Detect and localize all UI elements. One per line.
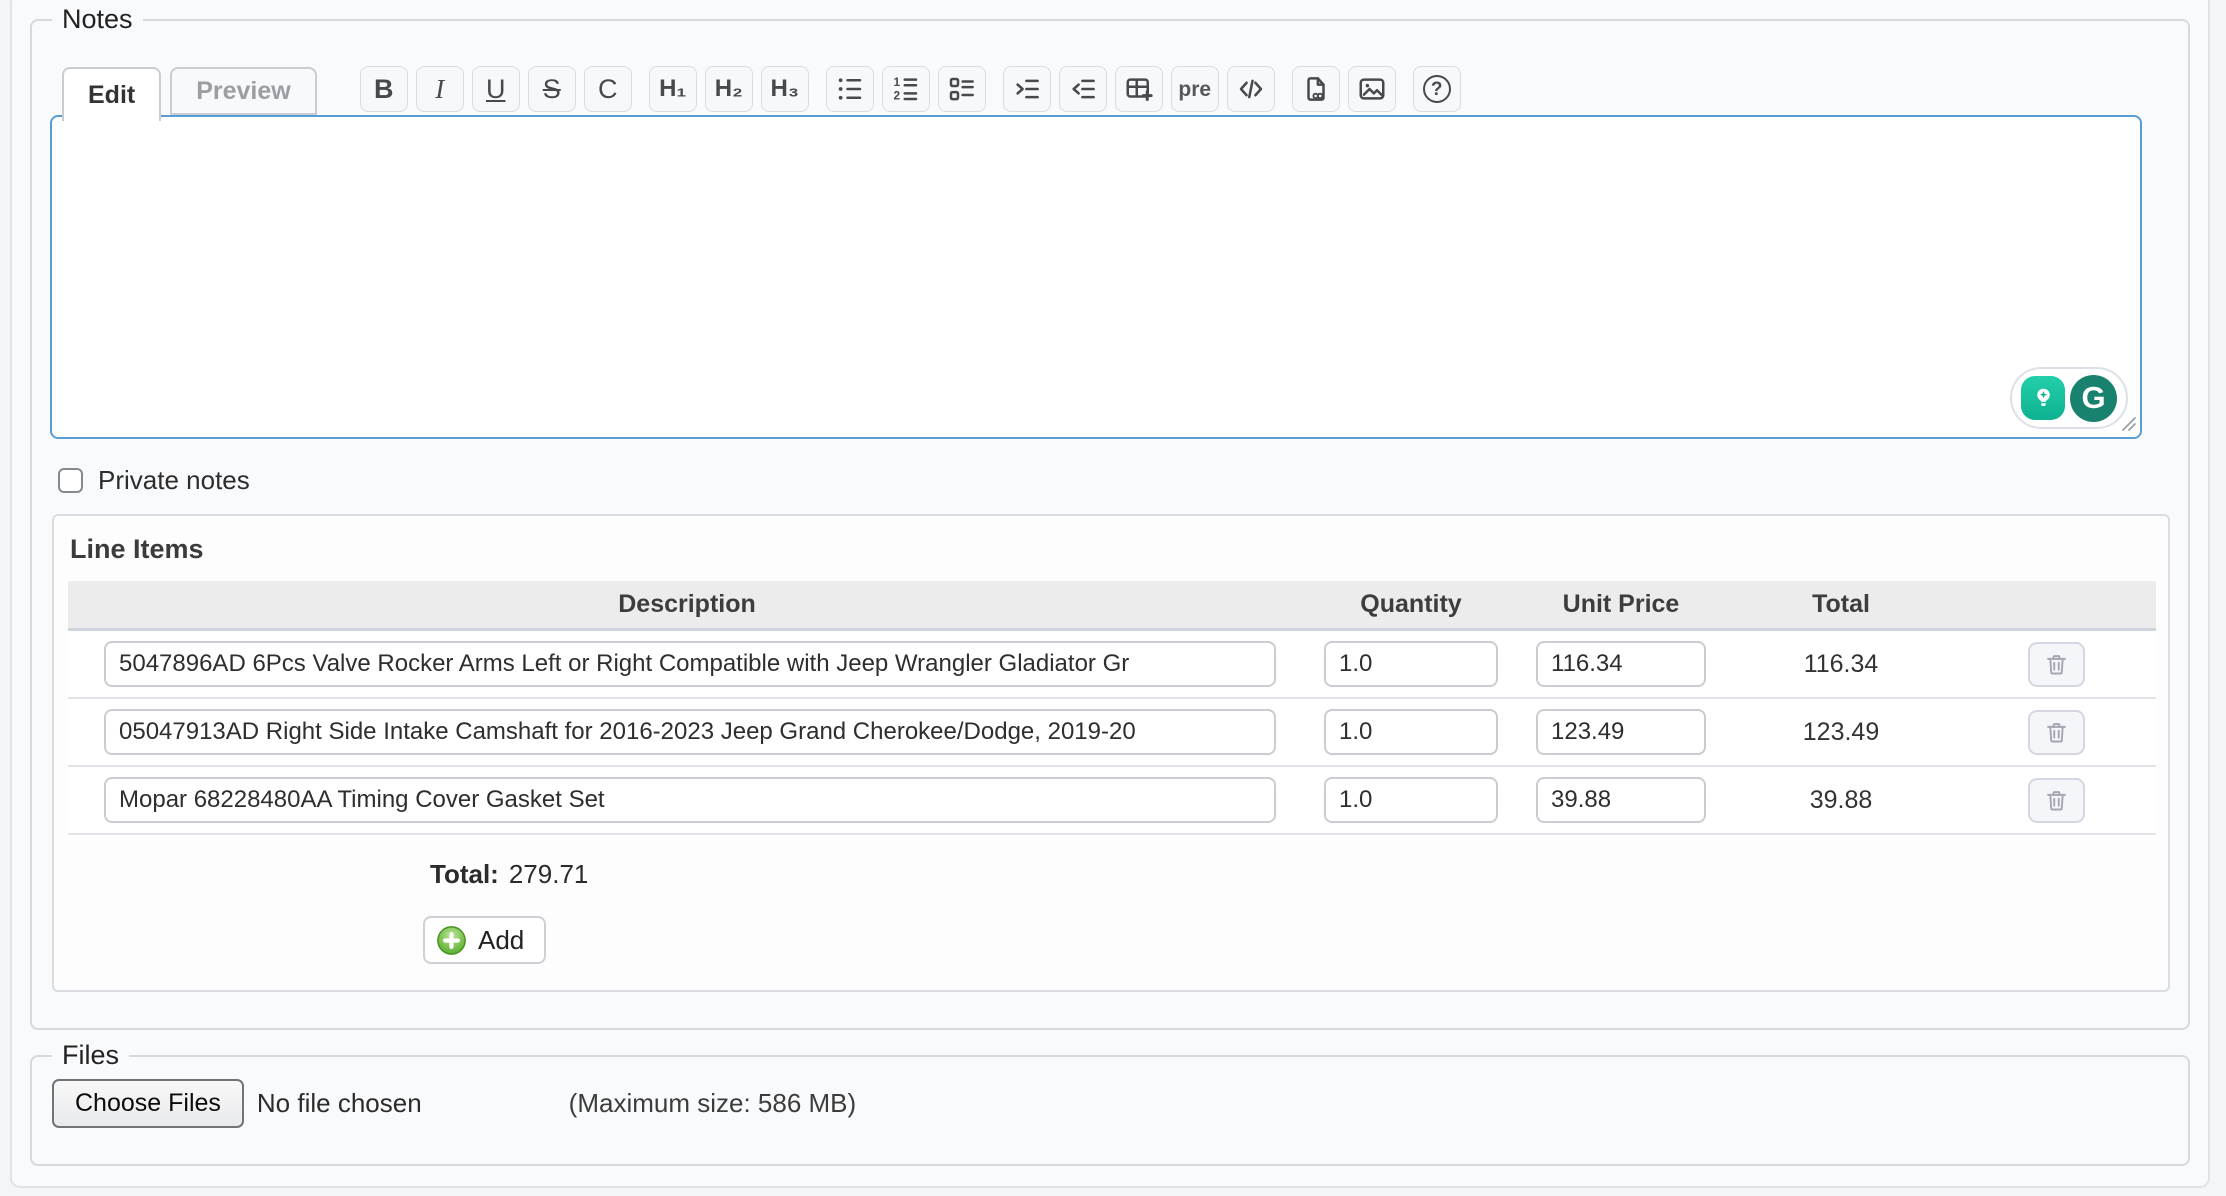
inline-code-button[interactable]: C [584,66,632,112]
line-items-table: Description Quantity Unit Price Total 11… [68,581,2156,835]
unit-price-input[interactable] [1536,709,1706,755]
delete-row-button[interactable] [2028,778,2085,823]
private-notes-label: Private notes [98,465,250,496]
toolbar-group-help: ? [1413,66,1461,112]
help-button[interactable]: ? [1413,66,1461,112]
notes-editor: G [50,115,2142,439]
ordered-list-button[interactable]: 1 2 [882,66,930,112]
form-panel: Notes Edit Preview B I U S C H₁ H₂ H₃ [10,0,2210,1188]
line-item-row: 39.88 [68,767,2156,835]
description-input[interactable] [104,641,1276,687]
trash-icon [2043,719,2070,746]
add-button-label: Add [478,925,524,956]
underline-button[interactable]: U [472,66,520,112]
heading1-button[interactable]: H₁ [649,66,697,112]
svg-text:1: 1 [893,75,900,89]
line-items-panel: Line Items Description Quantity Unit Pri… [52,514,2170,992]
attach-file-icon [1301,74,1331,104]
files-legend: Files [52,1040,129,1071]
grammarly-suggestion-icon[interactable] [2021,376,2065,420]
indent-button[interactable] [1003,66,1051,112]
toolbar-group-headings: H₁ H₂ H₃ [649,66,809,112]
add-line-item-button[interactable]: Add [423,916,546,964]
toolbar-group-inline: B I U S C [360,66,632,112]
outdent-icon [1068,74,1098,104]
outdent-button[interactable] [1059,66,1107,112]
delete-row-button[interactable] [2028,710,2085,755]
quantity-input[interactable] [1324,641,1498,687]
toolbar-group-blocks: pre [1003,66,1275,112]
row-total-value: 123.49 [1726,718,1956,747]
tab-edit[interactable]: Edit [62,67,161,121]
strikethrough-button[interactable]: S [528,66,576,112]
heading2-button[interactable]: H₂ [705,66,753,112]
trash-icon [2043,787,2070,814]
bold-button[interactable]: B [360,66,408,112]
insert-table-icon [1124,74,1154,104]
task-list-button[interactable] [938,66,986,112]
unordered-list-button[interactable] [826,66,874,112]
code-block-icon [1236,74,1266,104]
notes-textarea[interactable] [50,115,2142,439]
file-status-text: No file chosen [257,1088,422,1119]
insert-image-button[interactable] [1348,66,1396,112]
files-fieldset: Files Choose Files No file chosen (Maxim… [30,1040,2190,1166]
max-size-text: (Maximum size: 586 MB) [569,1088,857,1119]
row-total-value: 39.88 [1726,786,1956,815]
ordered-list-icon: 1 2 [891,74,921,104]
help-icon: ? [1423,75,1451,103]
line-items-heading: Line Items [70,534,2156,565]
choose-files-button[interactable]: Choose Files [52,1079,244,1128]
trash-icon [2043,651,2070,678]
grammarly-widget: G [2010,367,2128,429]
private-notes-checkbox[interactable] [58,468,83,493]
delete-row-button[interactable] [2028,642,2085,687]
notes-legend: Notes [52,4,143,35]
toolbar-group-lists: 1 2 [826,66,986,112]
unordered-list-icon [835,74,865,104]
grammarly-logo-icon[interactable]: G [2070,375,2117,422]
quantity-input[interactable] [1324,777,1498,823]
description-input[interactable] [104,709,1276,755]
line-items-total: Total: 279.71 [430,859,2156,890]
editor-tabbar: Edit Preview B I U S C H₁ H₂ H₃ [62,63,2170,115]
file-upload-row: Choose Files No file chosen (Maximum siz… [52,1079,2170,1128]
add-icon [436,925,467,956]
attach-file-button[interactable] [1292,66,1340,112]
quantity-input[interactable] [1324,709,1498,755]
column-header-quantity: Quantity [1306,590,1516,619]
unit-price-input[interactable] [1536,641,1706,687]
toolbar-group-media [1292,66,1396,112]
task-list-icon [947,74,977,104]
line-items-header-row: Description Quantity Unit Price Total [68,581,2156,631]
total-value: 279.71 [509,859,589,889]
description-input[interactable] [104,777,1276,823]
total-label: Total: [430,859,499,889]
line-item-row: 116.34 [68,631,2156,699]
private-notes-row: Private notes [58,465,2170,496]
column-header-unit-price: Unit Price [1516,590,1726,619]
notes-fieldset: Notes Edit Preview B I U S C H₁ H₂ H₃ [30,4,2190,1030]
svg-text:2: 2 [893,89,900,103]
unit-price-input[interactable] [1536,777,1706,823]
insert-table-button[interactable] [1115,66,1163,112]
tab-preview[interactable]: Preview [170,67,317,115]
italic-button[interactable]: I [416,66,464,112]
insert-image-icon [1357,74,1387,104]
line-item-row: 123.49 [68,699,2156,767]
row-total-value: 116.34 [1726,650,1956,679]
code-block-button[interactable] [1227,66,1275,112]
indent-icon [1012,74,1042,104]
heading3-button[interactable]: H₃ [761,66,809,112]
column-header-total: Total [1726,590,1956,619]
column-header-description: Description [68,590,1306,619]
pre-button[interactable]: pre [1171,66,1219,112]
